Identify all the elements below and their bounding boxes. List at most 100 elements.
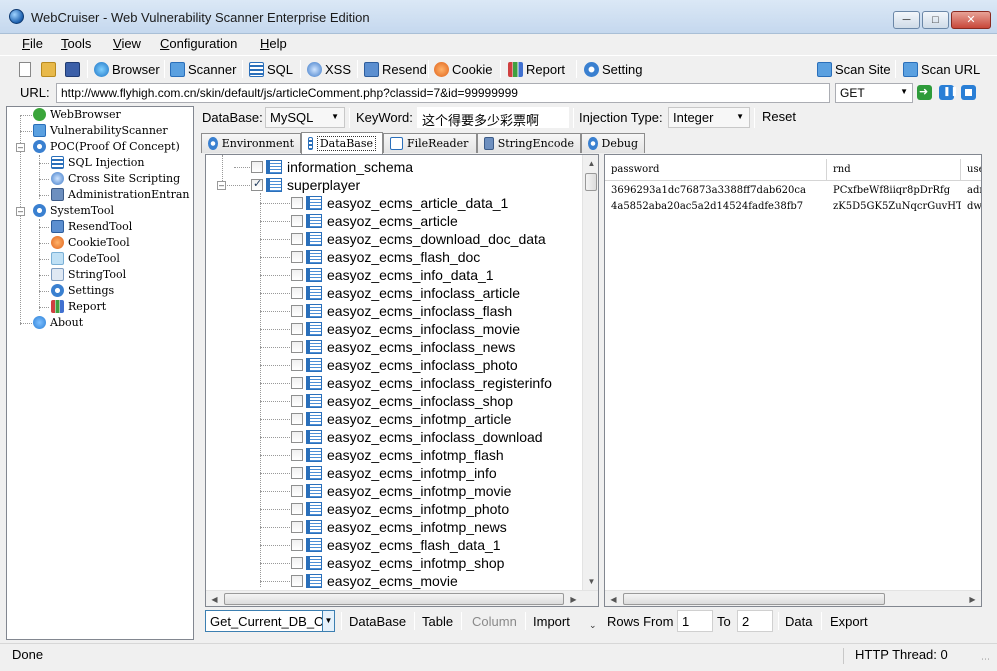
table-checkbox[interactable] [291, 413, 303, 425]
query-action-select[interactable]: Get_Current_DB_O ▼ [205, 610, 335, 632]
import-button[interactable]: Import [533, 614, 570, 629]
table-checkbox[interactable] [291, 233, 303, 245]
scroll-left-icon[interactable]: ◀ [605, 591, 622, 606]
table-checkbox[interactable] [291, 449, 303, 461]
table-button[interactable]: Table [422, 614, 453, 629]
grid-header-rnd[interactable]: rnd [827, 159, 961, 181]
report-button[interactable]: Report [508, 59, 565, 79]
table-checkbox[interactable] [291, 305, 303, 317]
scroll-left-icon[interactable]: ◀ [206, 591, 223, 606]
tree-node-information-schema[interactable]: information_schema [251, 158, 413, 176]
menu-configuration[interactable]: Configuration [160, 36, 237, 51]
grid-cell-password[interactable]: 4a5852aba20ac5a2d14524fadfe38fb7 [605, 199, 827, 215]
table-checkbox[interactable] [291, 485, 303, 497]
table-checkbox[interactable] [291, 215, 303, 227]
nav-codetool[interactable]: CodeTool [51, 252, 120, 265]
nav-report[interactable]: Report [51, 300, 106, 313]
superplayer-checkbox[interactable] [251, 177, 263, 191]
browser-button[interactable]: Browser [94, 59, 160, 79]
table-checkbox[interactable] [291, 431, 303, 443]
collapse-poc-icon[interactable]: – [16, 143, 25, 152]
save-button[interactable] [65, 59, 83, 79]
tree-vertical-scrollbar[interactable]: ▲ ▼ [582, 155, 598, 590]
table-checkbox[interactable] [291, 557, 303, 569]
tree-node-table[interactable]: easyoz_ecms_flash_doc [291, 248, 480, 266]
grid-hscroll-thumb[interactable] [623, 593, 885, 605]
scroll-down-icon[interactable]: ▼ [583, 573, 598, 590]
grid-header-password[interactable]: password [605, 159, 827, 181]
nav-systemtool[interactable]: SystemTool [33, 204, 114, 217]
pause-button[interactable]: ❚❚ [939, 85, 958, 100]
open-folder-button[interactable] [41, 59, 59, 79]
nav-resendtool[interactable]: ResendTool [51, 220, 132, 233]
tab-environment[interactable]: Environment [201, 133, 301, 153]
rows-from-input[interactable]: 1 [677, 610, 713, 632]
tab-database[interactable]: DataBase [301, 132, 383, 154]
database-select[interactable]: MySQL ▼ [265, 107, 345, 128]
scroll-right-icon[interactable]: ▶ [565, 591, 582, 606]
nav-about[interactable]: About [33, 316, 83, 329]
table-checkbox[interactable] [291, 251, 303, 263]
tree-node-table[interactable]: easyoz_ecms_infotmp_flash [291, 446, 504, 464]
close-button[interactable]: ✕ [951, 11, 991, 29]
menu-view[interactable]: View [113, 36, 141, 51]
nav-vulnerability-scanner[interactable]: VulnerabilityScanner [33, 124, 168, 137]
table-checkbox[interactable] [291, 359, 303, 371]
scanner-button[interactable]: Scanner [170, 59, 236, 79]
table-checkbox[interactable] [291, 503, 303, 515]
tree-node-table[interactable]: easyoz_ecms_infoclass_movie [291, 320, 520, 338]
tree-node-superplayer[interactable]: superplayer [251, 176, 360, 194]
information-schema-checkbox[interactable] [251, 161, 263, 173]
tree-node-table[interactable]: easyoz_ecms_article_data_1 [291, 194, 508, 212]
tree-node-table[interactable]: easyoz_ecms_infoclass_news [291, 338, 515, 356]
table-checkbox[interactable] [291, 395, 303, 407]
tree-node-table[interactable]: easyoz_ecms_infotmp_info [291, 464, 497, 482]
table-checkbox[interactable] [291, 287, 303, 299]
tab-stringencode[interactable]: StringEncode [477, 133, 581, 153]
rows-to-input[interactable]: 2 [737, 610, 773, 632]
resize-grip-icon[interactable]: ⋯ [981, 654, 990, 665]
scan-url-button[interactable]: Scan URL [903, 59, 980, 79]
table-checkbox[interactable] [291, 197, 303, 209]
keyword-input[interactable]: 这个得要多少彩票啊 [417, 107, 569, 128]
table-checkbox[interactable] [291, 323, 303, 335]
table-checkbox[interactable] [291, 269, 303, 281]
setting-button[interactable]: Setting [584, 59, 642, 79]
grid-cell-user[interactable]: adm [961, 183, 981, 199]
grid-cell-rnd[interactable]: PCxfbeWf8iiqr8pDrRfg [827, 183, 961, 199]
maximize-button[interactable]: □ [922, 11, 949, 29]
table-checkbox[interactable] [291, 521, 303, 533]
nav-settings[interactable]: Settings [51, 284, 114, 297]
tree-hscroll-thumb[interactable] [224, 593, 564, 605]
overflow-chevron-icon[interactable]: ⌄ [589, 620, 597, 631]
nav-stringtool[interactable]: StringTool [51, 268, 126, 281]
minimize-button[interactable]: ─ [893, 11, 920, 29]
table-checkbox[interactable] [291, 539, 303, 551]
tree-node-table[interactable]: easyoz_ecms_flash_data_1 [291, 536, 501, 554]
tree-node-table[interactable]: easyoz_ecms_infotmp_movie [291, 482, 511, 500]
tree-node-table[interactable]: easyoz_ecms_infoclass_flash [291, 302, 512, 320]
tree-node-table[interactable]: easyoz_ecms_infotmp_article [291, 410, 511, 428]
stop-button[interactable] [961, 85, 976, 100]
export-button[interactable]: Export [830, 614, 868, 629]
tree-node-table[interactable]: easyoz_ecms_download_doc_data [291, 230, 546, 248]
table-checkbox[interactable] [291, 377, 303, 389]
new-file-button[interactable] [19, 59, 34, 79]
table-checkbox[interactable] [291, 341, 303, 353]
data-button[interactable]: Data [785, 614, 812, 629]
tree-horizontal-scrollbar[interactable]: ◀ ▶ [206, 590, 598, 606]
resend-button[interactable]: Resend [364, 59, 427, 79]
grid-cell-password[interactable]: 3696293a1dc76873a3388ff7dab620ca [605, 183, 827, 199]
tree-node-table[interactable]: easyoz_ecms_infoclass_shop [291, 392, 513, 410]
nav-sql-injection[interactable]: SQL Injection [51, 156, 145, 169]
injection-type-select[interactable]: Integer ▼ [668, 107, 750, 128]
menu-file[interactable]: File [22, 36, 43, 51]
scan-site-button[interactable]: Scan Site [817, 59, 891, 79]
nav-administration-entrance[interactable]: AdministrationEntran [51, 188, 190, 201]
tree-node-table[interactable]: easyoz_ecms_infoclass_article [291, 284, 520, 302]
nav-webbrowser[interactable]: WebBrowser [33, 108, 121, 121]
grid-cell-rnd[interactable]: zK5D5GK5ZuNqcrGuvHTf [827, 199, 961, 215]
collapse-systemtool-icon[interactable]: – [16, 207, 25, 216]
scroll-right-icon[interactable]: ▶ [964, 591, 981, 606]
url-input[interactable]: http://www.flyhigh.com.cn/skin/default/j… [56, 83, 830, 103]
